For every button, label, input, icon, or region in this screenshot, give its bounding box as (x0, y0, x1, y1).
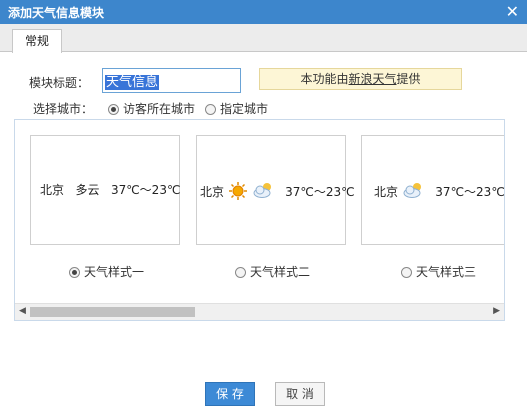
provider-notice: 本功能由新浪天气提供 (259, 68, 462, 90)
notice-prefix: 本功能由 (300, 72, 349, 86)
style1-desc: 多云 (75, 183, 100, 197)
radio-style-2[interactable] (235, 267, 246, 278)
style-option-3[interactable]: 天气样式三 (401, 263, 476, 280)
style1-temp: 37℃～23℃ (110, 183, 181, 197)
tab-general[interactable]: 常规 (12, 29, 62, 53)
radio-style-3[interactable] (401, 267, 412, 278)
horizontal-scrollbar[interactable]: ◀ ▶ (15, 303, 504, 320)
style-option-2[interactable]: 天气样式二 (235, 263, 310, 280)
style3-temp: 37℃～23℃ (435, 185, 505, 199)
weather-style-card-3[interactable]: 北京 37℃～23℃ (361, 135, 505, 245)
weather-style-card-1[interactable]: 北京 多云 37℃～23℃ (30, 135, 180, 245)
tab-strip: 常规 (0, 24, 527, 53)
notice-suffix: 提供 (396, 72, 421, 86)
radio-style-1[interactable] (69, 267, 80, 278)
save-button[interactable]: 保 存 (205, 382, 255, 406)
weather-style-panel: 北京 多云 37℃～23℃ 天气样式一 北京 37℃～23℃ 天气样式二 北京 … (14, 119, 505, 321)
dialog-titlebar: 添加天气信息模块 ✕ (0, 0, 527, 24)
city-label: 选择城市： (33, 102, 94, 116)
city-option-visitor-label: 访客所在城市 (123, 102, 196, 116)
style-option-1-label: 天气样式一 (84, 265, 145, 279)
city-option-visitor[interactable]: 访客所在城市 (108, 100, 195, 117)
scroll-left-arrow-icon[interactable]: ◀ (19, 306, 26, 316)
style-option-1[interactable]: 天气样式一 (69, 263, 144, 280)
cancel-button[interactable]: 取 消 (275, 382, 325, 406)
cloud-icon (253, 183, 271, 198)
radio-visitor-city[interactable] (108, 104, 119, 115)
style3-row: 北京 37℃～23℃ (374, 181, 505, 200)
weather-style-card-2[interactable]: 北京 37℃～23℃ (196, 135, 355, 245)
style-option-2-label: 天气样式二 (250, 265, 311, 279)
dialog-title: 添加天气信息模块 (8, 6, 105, 20)
style2-temp: 37℃～23℃ (285, 185, 355, 199)
radio-specified-city[interactable] (205, 104, 216, 115)
city-option-specified-label: 指定城市 (220, 102, 269, 116)
sun-icon (228, 182, 247, 200)
style3-city: 北京 (374, 185, 399, 199)
module-title-label: 模块标题： (29, 76, 90, 90)
scrollbar-thumb[interactable] (30, 307, 195, 317)
close-icon[interactable]: ✕ (506, 2, 519, 21)
cloud-icon (403, 183, 421, 198)
scroll-right-arrow-icon[interactable]: ▶ (493, 306, 500, 316)
style2-row: 北京 37℃～23℃ (200, 181, 355, 201)
city-option-specified[interactable]: 指定城市 (205, 100, 268, 117)
style1-row: 北京 多云 37℃～23℃ (40, 181, 180, 198)
module-title-input[interactable]: 天气信息 (102, 68, 241, 93)
module-title-value: 天气信息 (105, 75, 160, 90)
sina-weather-link[interactable]: 新浪天气 (348, 72, 396, 86)
style1-city: 北京 (40, 183, 65, 197)
style-option-3-label: 天气样式三 (416, 265, 477, 279)
style2-city: 北京 (200, 185, 225, 199)
